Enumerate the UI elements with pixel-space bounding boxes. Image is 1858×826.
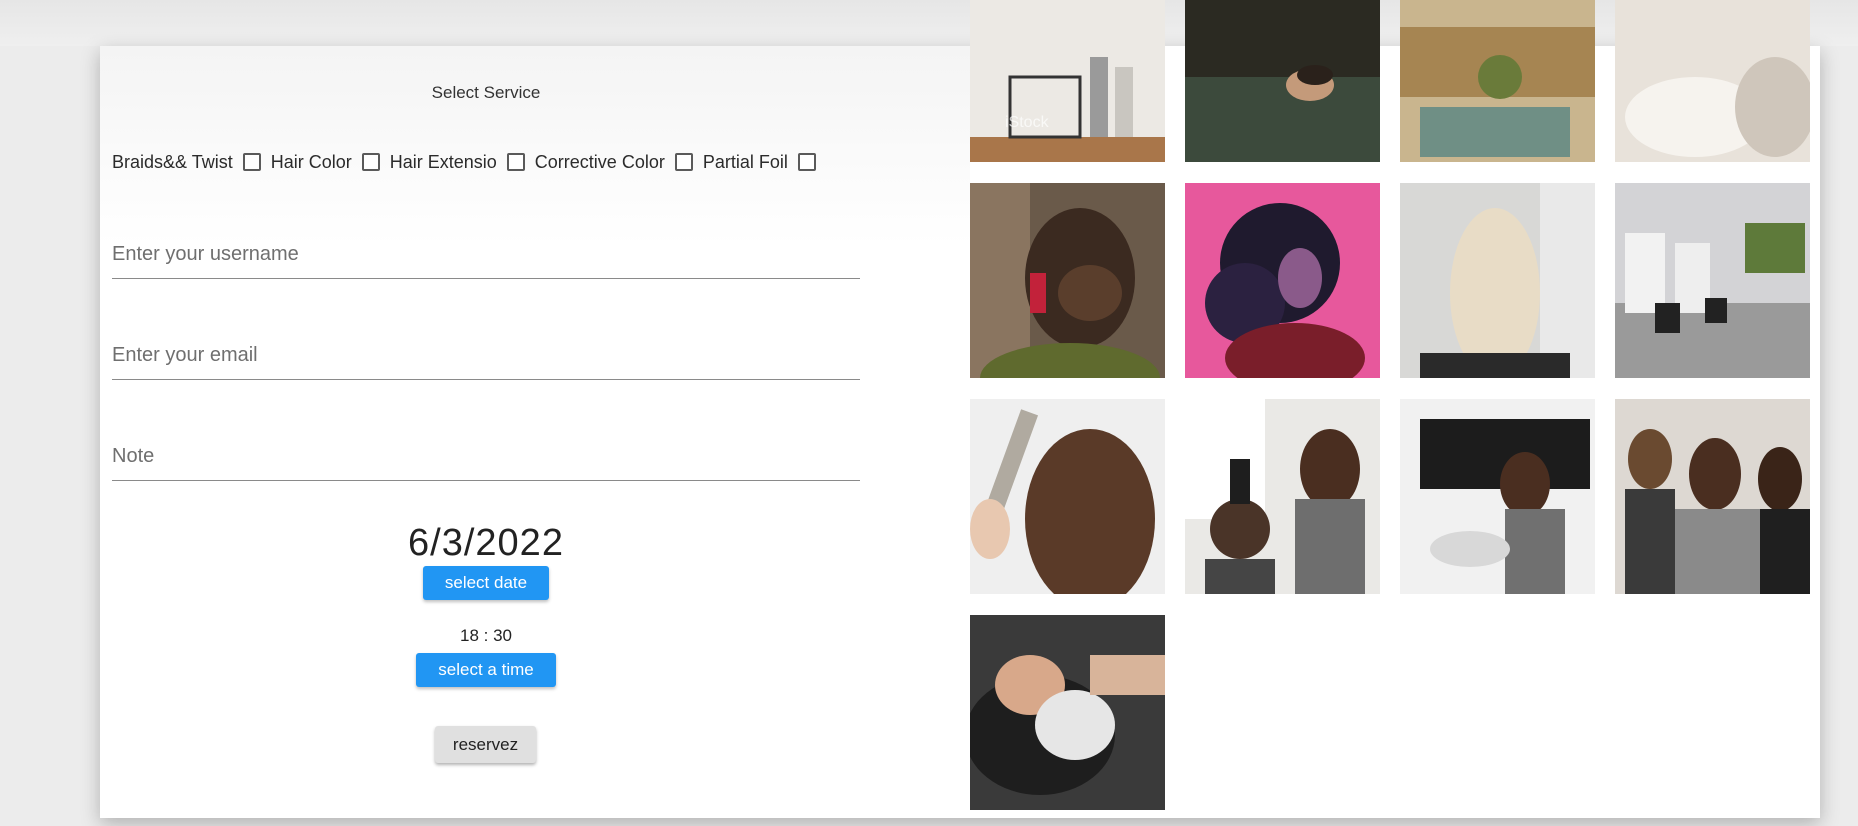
image-gallery: iStock: [970, 0, 1820, 818]
man-in-pool-image: [1185, 0, 1380, 162]
gallery-image-blow-dry[interactable]: [1185, 399, 1380, 594]
salon-products-image: iStock: [970, 0, 1165, 162]
gallery-image-spa-pool[interactable]: [1400, 0, 1595, 162]
salon-interior-image: [1615, 183, 1810, 378]
gallery-image-hair-shampoo[interactable]: [970, 615, 1165, 810]
username-input[interactable]: [112, 238, 860, 270]
service-checkbox[interactable]: [361, 153, 380, 171]
select-time-button[interactable]: select a time: [416, 653, 556, 687]
service-checkbox[interactable]: [674, 153, 693, 171]
hair-wash-station-image: [1400, 399, 1595, 594]
email-field-container: [112, 339, 860, 380]
gallery-image-salon-interior[interactable]: [1615, 183, 1810, 378]
gallery-image-man-in-pool[interactable]: [1185, 0, 1380, 162]
gallery-image-robe-relax[interactable]: [1615, 0, 1810, 162]
gallery-image-curling-iron[interactable]: [970, 399, 1165, 594]
gallery-image-hair-wash[interactable]: [1400, 399, 1595, 594]
curly-hair-pink-image: [1185, 183, 1380, 378]
service-option-partial-foil[interactable]: Partial Foil: [703, 152, 816, 173]
gallery-image-salon-products[interactable]: iStock: [970, 0, 1165, 162]
watermark-text: iStock: [1005, 114, 1050, 131]
gallery-image-stylists-team[interactable]: [1615, 399, 1810, 594]
select-service-title: Select Service: [431, 83, 541, 102]
service-checkbox[interactable]: [797, 153, 816, 171]
braided-bun-image: [970, 183, 1165, 378]
service-checkbox[interactable]: [506, 153, 525, 171]
note-field-container: [112, 440, 860, 481]
hair-shampoo-image: [970, 615, 1165, 810]
email-input[interactable]: [112, 339, 860, 371]
service-options: Braids&& Twist Hair Color Hair Extensio …: [112, 148, 826, 176]
service-option-braids[interactable]: Braids&& Twist: [112, 152, 261, 173]
booking-form: Select Service Braids&& Twist Hair Color…: [100, 46, 970, 818]
selected-date: 6/3/2022: [408, 522, 564, 564]
gallery-image-curly-hair-pink[interactable]: [1185, 183, 1380, 378]
service-option-hair-color[interactable]: Hair Color: [271, 152, 380, 173]
service-label: Braids&& Twist: [112, 151, 233, 172]
username-field-container: [112, 238, 860, 279]
service-checkbox[interactable]: [242, 153, 261, 171]
blonde-hair-styling-image: [1400, 183, 1595, 378]
service-label: Hair Color: [270, 151, 352, 172]
stylists-team-image: [1615, 399, 1810, 594]
curling-iron-image: [970, 399, 1165, 594]
service-label: Partial Foil: [702, 151, 788, 172]
robe-relax-image: [1615, 0, 1810, 162]
spa-pool-image: [1400, 0, 1595, 162]
blow-dry-image: [1185, 399, 1380, 594]
service-label: Corrective Color: [534, 151, 665, 172]
gallery-image-braided-bun[interactable]: [970, 183, 1165, 378]
reserve-button[interactable]: reservez: [435, 726, 536, 763]
gallery-image-blonde-hair[interactable]: [1400, 183, 1595, 378]
booking-card: Select Service Braids&& Twist Hair Color…: [100, 0, 1820, 818]
note-input[interactable]: [112, 440, 860, 472]
selected-time: 18 : 30: [460, 626, 512, 645]
service-option-hair-extension[interactable]: Hair Extensio: [390, 152, 525, 173]
service-option-corrective-color[interactable]: Corrective Color: [535, 152, 693, 173]
select-date-button[interactable]: select date: [423, 566, 549, 600]
service-label: Hair Extensio: [389, 151, 497, 172]
